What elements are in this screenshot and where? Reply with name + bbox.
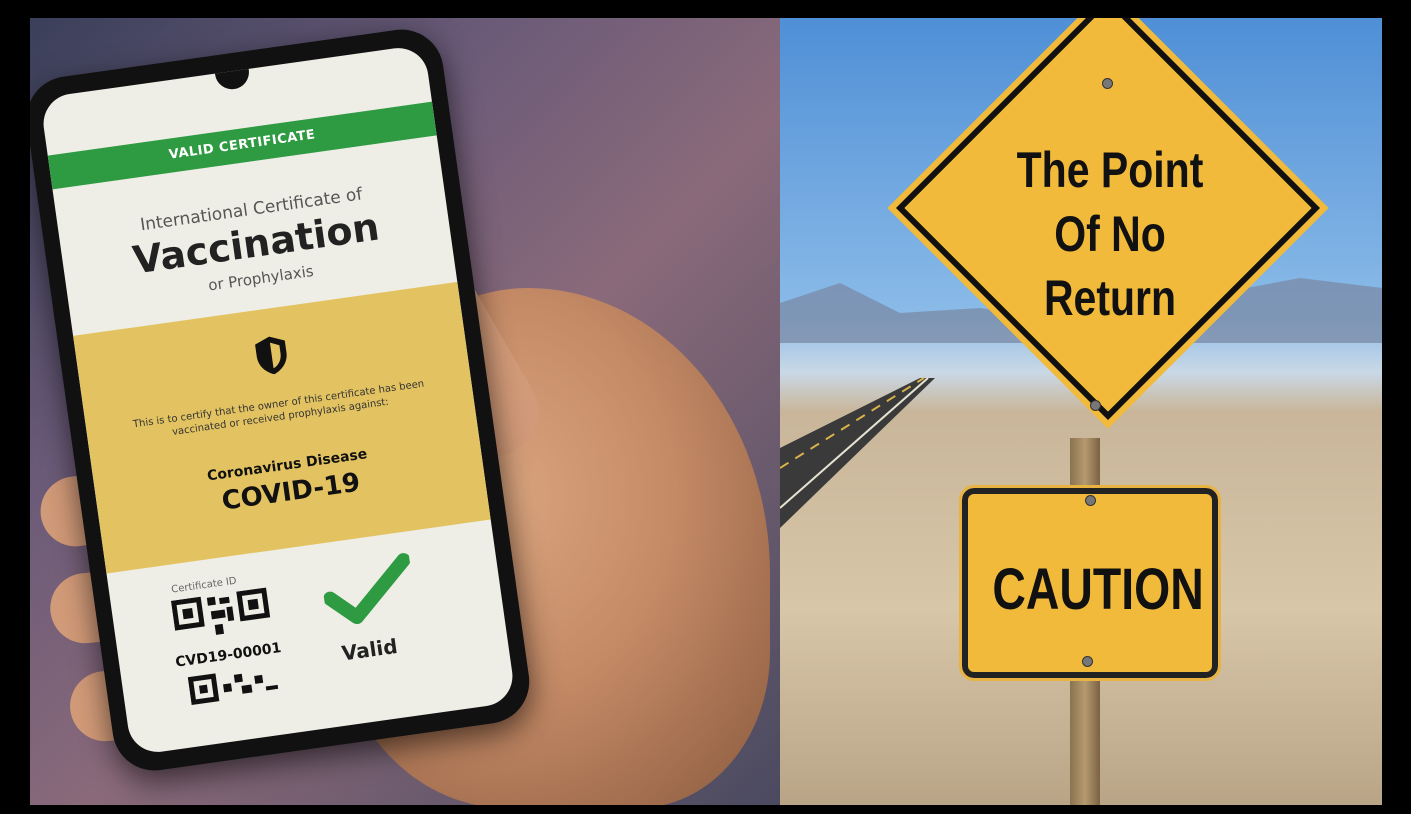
certify-text: This is to certify that the owner of thi… (132, 378, 425, 438)
bolt (1102, 78, 1113, 89)
checkmark-icon (323, 553, 411, 625)
certificate-panel: This is to certify that the owner of thi… (73, 281, 491, 574)
valid-status: Valid (340, 633, 399, 666)
desert-road-photo: The Point Of No Return CAUTION (780, 18, 1382, 805)
vaccination-phone-photo: VALID CERTIFICATE International Certific… (30, 18, 780, 805)
image-frame: VALID CERTIFICATE International Certific… (30, 18, 1382, 805)
diamond-line: Of No (1054, 206, 1166, 262)
caution-sign: CAUTION (959, 485, 1221, 681)
qr-code-icon (170, 587, 271, 635)
bolt (1082, 656, 1093, 667)
bolt (1085, 495, 1096, 506)
camera-notch (214, 66, 252, 92)
smartphone: VALID CERTIFICATE International Certific… (30, 24, 535, 776)
diamond-line: The Point (1016, 142, 1204, 198)
diamond-line: Return (1043, 270, 1177, 326)
phone-screen: VALID CERTIFICATE International Certific… (39, 44, 517, 756)
valid-certificate-banner: VALID CERTIFICATE (47, 101, 437, 190)
bolt (1090, 400, 1101, 411)
shield-icon (255, 336, 287, 375)
caution-sign-text: CAUTION (992, 557, 1204, 622)
diamond-sign-text: The Point Of No Return (979, 138, 1241, 330)
qr-code-icon (187, 673, 279, 705)
